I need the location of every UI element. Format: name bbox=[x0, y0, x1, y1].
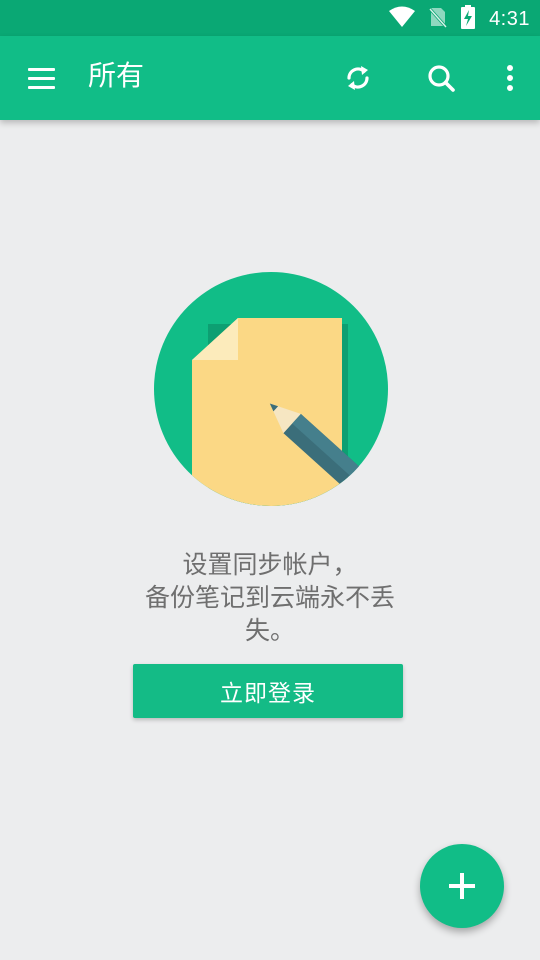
search-icon bbox=[428, 65, 455, 92]
no-sim-icon bbox=[428, 6, 448, 32]
plus-icon bbox=[449, 873, 475, 899]
add-note-button[interactable] bbox=[420, 844, 504, 928]
menu-icon-bar bbox=[28, 76, 55, 80]
message-line-3: 失。 bbox=[244, 616, 295, 645]
wifi-icon bbox=[389, 6, 416, 32]
menu-icon bbox=[28, 67, 55, 71]
battery-charging-icon bbox=[461, 5, 476, 33]
menu-button[interactable] bbox=[28, 62, 64, 94]
status-icons: 4:31 bbox=[389, 5, 530, 33]
note-with-pencil-icon bbox=[154, 272, 388, 506]
sync-button[interactable] bbox=[338, 58, 378, 98]
more-options-button[interactable] bbox=[490, 58, 530, 98]
app-bar: 所有 bbox=[0, 36, 540, 120]
login-button[interactable]: 立即登录 bbox=[133, 664, 403, 718]
search-button[interactable] bbox=[421, 58, 461, 98]
sync-icon bbox=[347, 66, 369, 90]
page-title: 所有 bbox=[88, 59, 145, 92]
status-time: 4:31 bbox=[489, 7, 530, 30]
menu-icon-bar bbox=[28, 85, 55, 89]
message-line-1: 设置同步帐户， bbox=[182, 550, 358, 579]
status-bar: 4:31 bbox=[0, 0, 540, 36]
empty-state-message: 设置同步帐户， 备份笔记到云端永不丢 失。 bbox=[120, 548, 420, 647]
message-line-2: 备份笔记到云端永不丢 bbox=[144, 583, 395, 612]
more-vert-icon bbox=[507, 65, 513, 91]
empty-notes-illustration bbox=[154, 272, 388, 506]
